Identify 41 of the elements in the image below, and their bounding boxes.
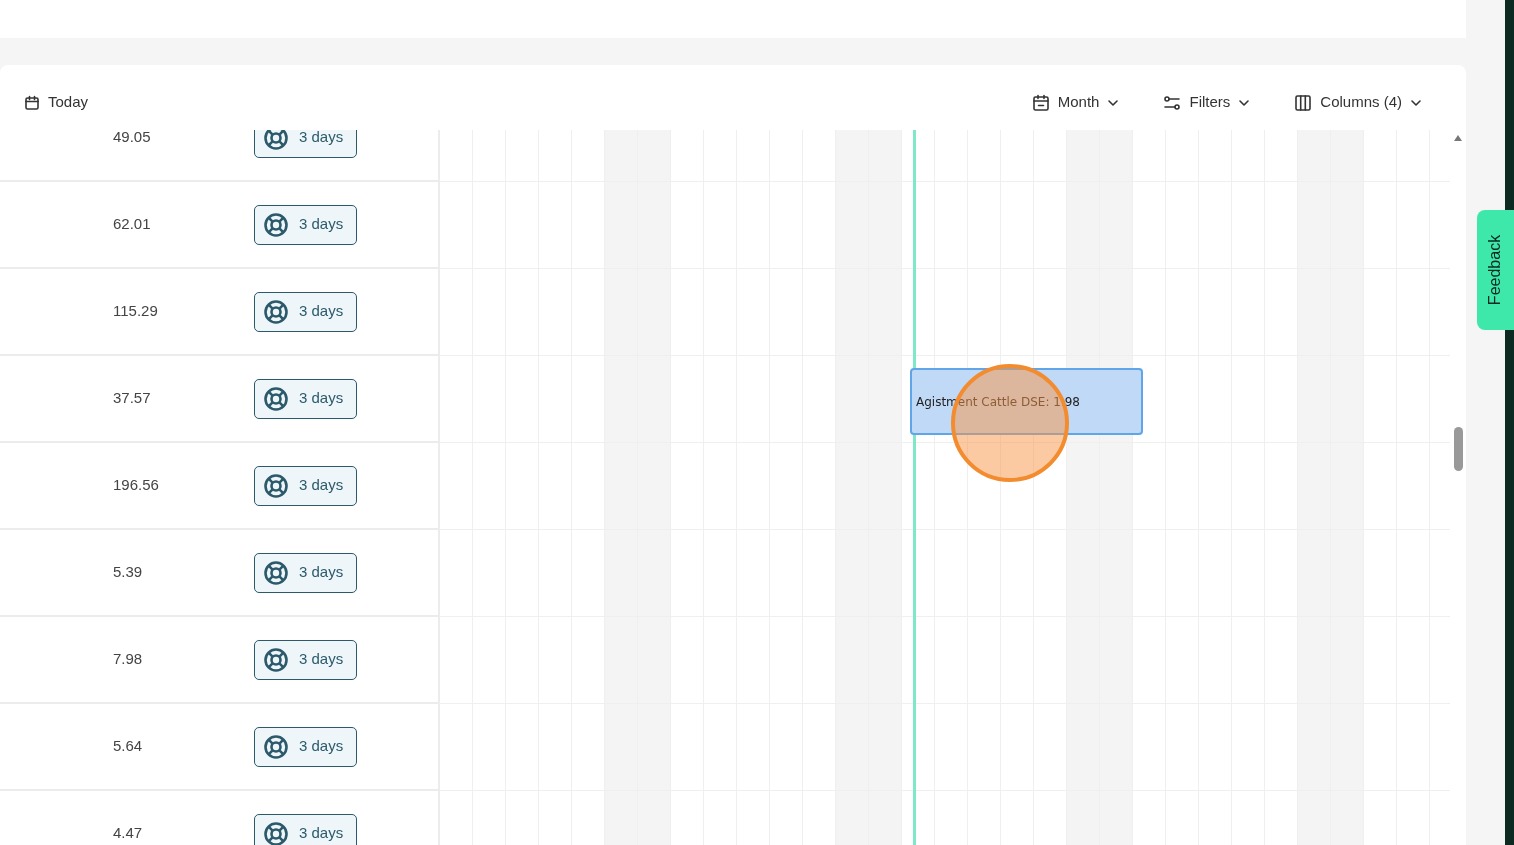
lifebuoy-icon xyxy=(263,820,289,845)
duration-tag: 3 days xyxy=(254,291,357,332)
row-value: 196.56 xyxy=(113,476,159,494)
columns-dropdown[interactable]: Columns (4) xyxy=(1294,91,1422,114)
duration-tag: 3 days xyxy=(254,204,357,245)
duration-tag: 3 days xyxy=(254,552,357,593)
calendar-icon xyxy=(24,94,40,111)
row-value: 5.39 xyxy=(113,563,143,581)
chevron-down-icon xyxy=(1410,98,1422,107)
columns-icon xyxy=(1294,93,1313,112)
sliders-icon xyxy=(1163,93,1182,112)
row-value: 115.29 xyxy=(113,302,158,320)
month-dropdown[interactable]: Month xyxy=(1031,91,1120,114)
row-value: 49.05 xyxy=(113,130,151,146)
duration-tag: 3 days xyxy=(254,378,357,419)
row-value: 5.64 xyxy=(113,737,143,755)
scroll-up-icon[interactable] xyxy=(1453,134,1463,142)
lifebuoy-icon xyxy=(263,472,289,499)
duration-tag: 3 days xyxy=(254,726,357,767)
lifebuoy-icon xyxy=(263,385,289,412)
lifebuoy-icon xyxy=(263,130,289,151)
duration-tag: 3 days xyxy=(254,130,357,158)
lifebuoy-icon xyxy=(263,211,289,238)
feedback-tab[interactable]: Feedback xyxy=(1477,210,1514,330)
lifebuoy-icon xyxy=(263,298,289,325)
lifebuoy-icon xyxy=(263,646,289,673)
today-button[interactable]: Today xyxy=(24,91,89,114)
lifebuoy-icon xyxy=(263,559,289,586)
duration-tag: 3 days xyxy=(254,465,357,506)
row-value: 7.98 xyxy=(113,650,143,668)
chevron-down-icon xyxy=(1238,98,1251,107)
row-value: 37.57 xyxy=(113,389,151,407)
row-value: 4.47 xyxy=(113,824,143,842)
chevron-down-icon xyxy=(1107,98,1120,107)
duration-tag: 3 days xyxy=(254,639,357,680)
scroll-thumb[interactable] xyxy=(1454,427,1463,471)
row-value: 62.01 xyxy=(113,215,151,233)
lifebuoy-icon xyxy=(263,733,289,760)
duration-tag: 3 days xyxy=(254,813,357,845)
calendar-icon xyxy=(1031,93,1050,112)
filters-dropdown[interactable]: Filters xyxy=(1163,91,1251,114)
